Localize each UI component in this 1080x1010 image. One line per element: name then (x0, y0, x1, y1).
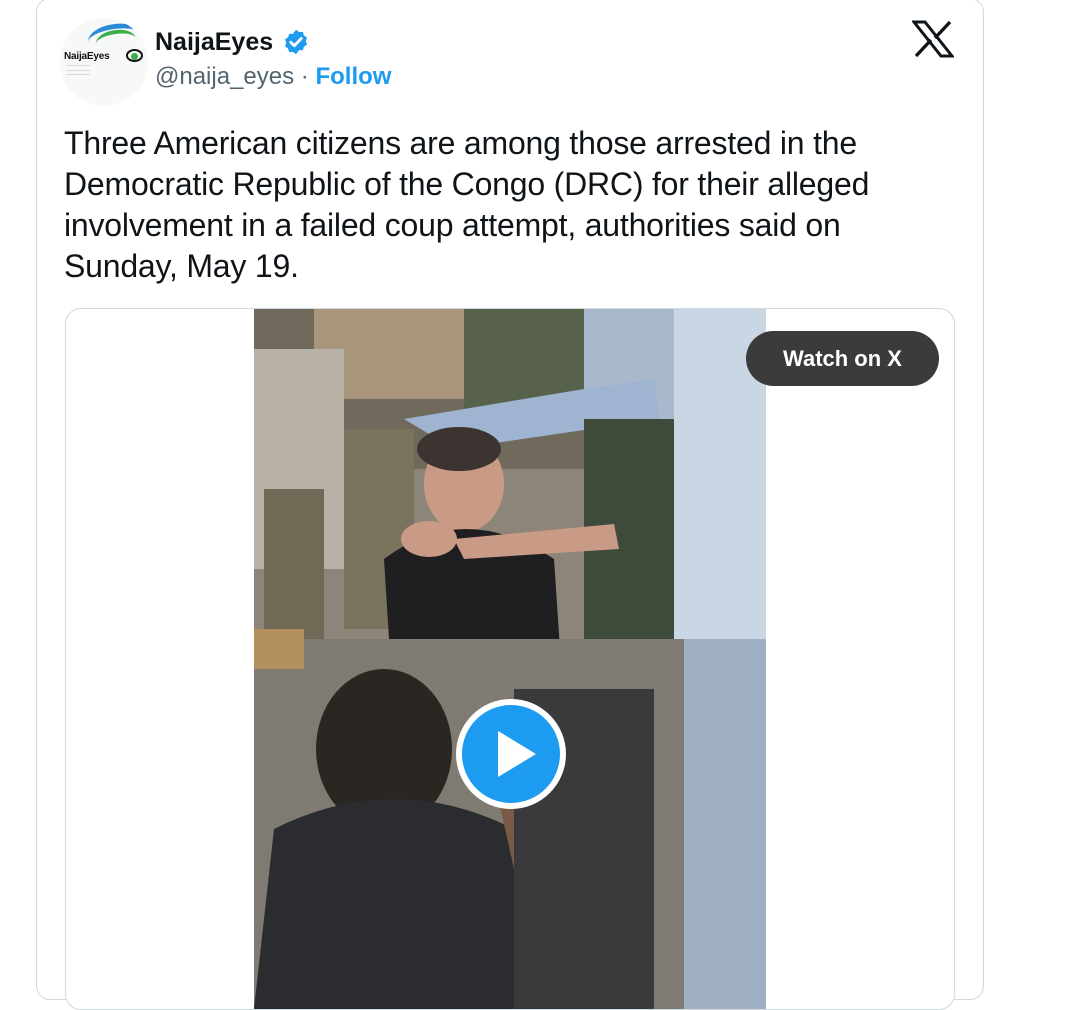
eye-icon (126, 49, 143, 62)
watch-on-x-button[interactable]: Watch on X (746, 331, 939, 386)
play-icon[interactable] (452, 695, 570, 813)
follow-button[interactable]: Follow (315, 63, 391, 90)
separator-dot: · (300, 63, 309, 90)
video-thumbnail[interactable] (254, 309, 766, 1009)
avatar-fine-print: ────────── ────────── ────────── (66, 64, 91, 78)
author-name[interactable]: NaijaEyes (155, 28, 273, 57)
avatar[interactable]: NaijaEyes ────────── ────────── ────────… (60, 18, 148, 106)
verified-badge-icon (285, 29, 307, 55)
author-handle[interactable]: @naija_eyes (155, 63, 294, 90)
media-container[interactable]: Watch on X (65, 308, 955, 1010)
author-meta-row: @naija_eyes · Follow (155, 63, 391, 91)
avatar-logo-text: NaijaEyes (64, 51, 110, 62)
tweet-text: Three American citizens are among those … (64, 125, 870, 284)
x-logo-icon[interactable] (912, 20, 954, 58)
